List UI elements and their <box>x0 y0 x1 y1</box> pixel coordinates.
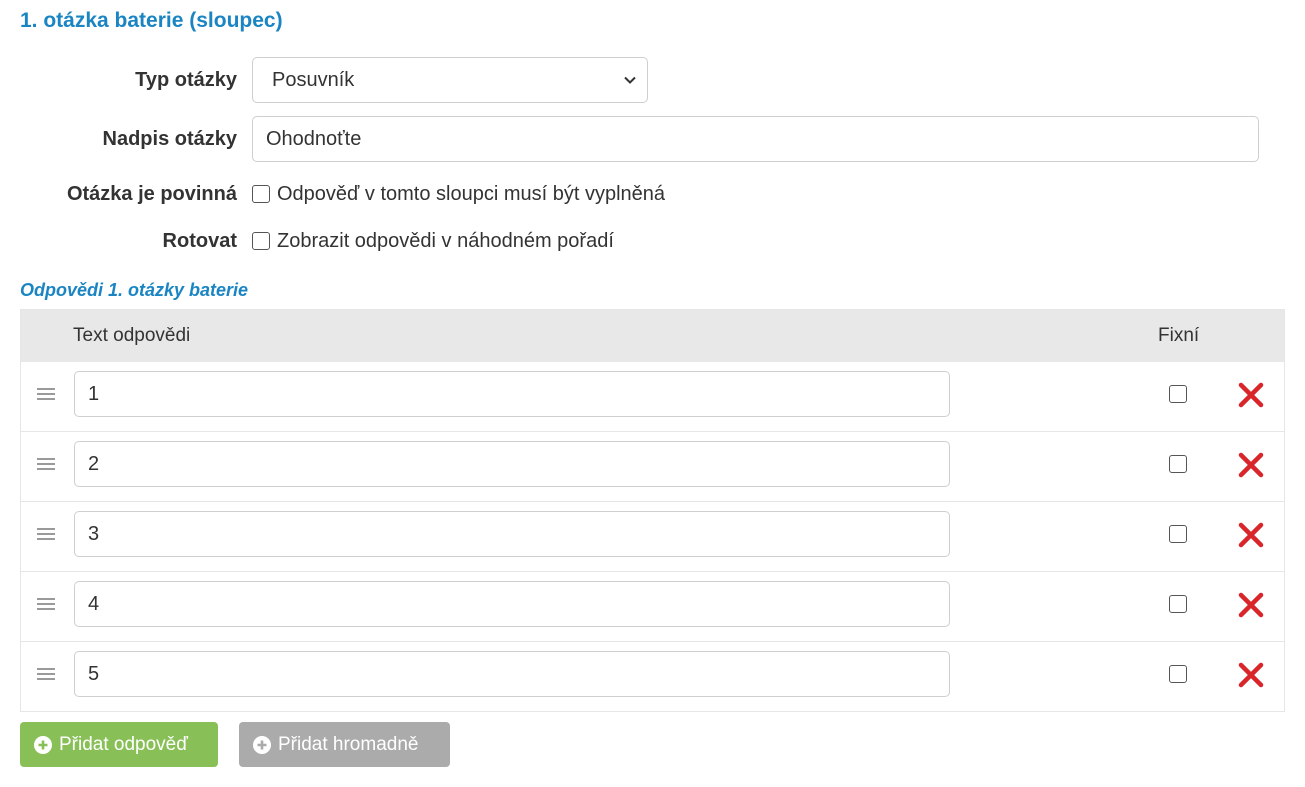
add-answer-button[interactable]: Přidat odpověď <box>20 722 218 767</box>
fixed-checkbox[interactable] <box>1169 525 1187 543</box>
question-type-row: Typ otázky Posuvník <box>0 57 648 103</box>
add-bulk-button[interactable]: Přidat hromadně <box>239 722 450 767</box>
required-checkbox[interactable] <box>252 185 270 203</box>
answer-row <box>21 501 1284 571</box>
answers-table-header: Text odpovědi Fixní <box>21 310 1284 362</box>
drag-handle-icon[interactable] <box>37 667 55 686</box>
answer-text-input[interactable] <box>74 441 950 487</box>
delete-icon[interactable] <box>1238 662 1264 693</box>
rotate-checkbox-wrap[interactable]: Zobrazit odpovědi v náhodném pořadí <box>252 230 614 253</box>
fixed-checkbox[interactable] <box>1169 665 1187 683</box>
required-checkbox-label[interactable]: Odpověď v tomto sloupci musí být vyplněn… <box>277 183 665 206</box>
answer-row <box>21 571 1284 641</box>
add-bulk-label: Přidat hromadně <box>278 733 419 755</box>
drag-handle-icon[interactable] <box>37 457 55 476</box>
rotate-label: Rotovat <box>162 229 237 252</box>
answer-row <box>21 431 1284 501</box>
add-answer-label: Přidat odpověď <box>59 733 188 755</box>
fixed-checkbox[interactable] <box>1169 385 1187 403</box>
drag-handle-icon[interactable] <box>37 387 55 406</box>
answers-title: Odpovědi 1. otázky baterie <box>20 280 249 300</box>
rotate-row: Rotovat Zobrazit odpovědi v náhodném poř… <box>0 226 614 256</box>
drag-handle-icon[interactable] <box>37 527 55 546</box>
question-title-row: Nadpis otázky <box>0 116 1259 162</box>
fixed-column-header: Fixní <box>1158 325 1200 346</box>
delete-icon[interactable] <box>1238 382 1264 413</box>
question-type-value: Posuvník <box>272 68 355 91</box>
answer-rows <box>21 362 1284 711</box>
answers-table: Text odpovědi Fixní <box>20 309 1285 712</box>
rotate-checkbox[interactable] <box>252 232 270 250</box>
rotate-checkbox-label[interactable]: Zobrazit odpovědi v náhodném pořadí <box>277 230 614 253</box>
question-title-label: Nadpis otázky <box>102 127 237 150</box>
question-title-input[interactable] <box>252 116 1259 162</box>
required-row: Otázka je povinná Odpověď v tomto sloupc… <box>0 179 665 209</box>
plus-circle-icon <box>34 735 52 754</box>
fixed-checkbox[interactable] <box>1169 595 1187 613</box>
drag-handle-icon[interactable] <box>37 597 55 616</box>
text-column-header: Text odpovědi <box>73 325 191 346</box>
answer-text-input[interactable] <box>74 511 950 557</box>
delete-icon[interactable] <box>1238 522 1264 553</box>
required-checkbox-wrap[interactable]: Odpověď v tomto sloupci musí být vyplněn… <box>252 183 665 206</box>
question-type-label: Typ otázky <box>135 68 237 91</box>
answer-text-input[interactable] <box>74 651 950 697</box>
delete-icon[interactable] <box>1238 452 1264 483</box>
required-label: Otázka je povinná <box>66 182 237 205</box>
answer-row <box>21 641 1284 711</box>
plus-circle-icon <box>253 735 271 754</box>
answer-text-input[interactable] <box>74 581 950 627</box>
answer-row <box>21 362 1284 431</box>
fixed-checkbox[interactable] <box>1169 455 1187 473</box>
answer-text-input[interactable] <box>74 371 950 417</box>
delete-icon[interactable] <box>1238 592 1264 623</box>
chevron-down-icon <box>623 73 637 87</box>
question-type-select[interactable]: Posuvník <box>252 57 648 103</box>
section-title: 1. otázka baterie (sloupec) <box>20 9 283 32</box>
